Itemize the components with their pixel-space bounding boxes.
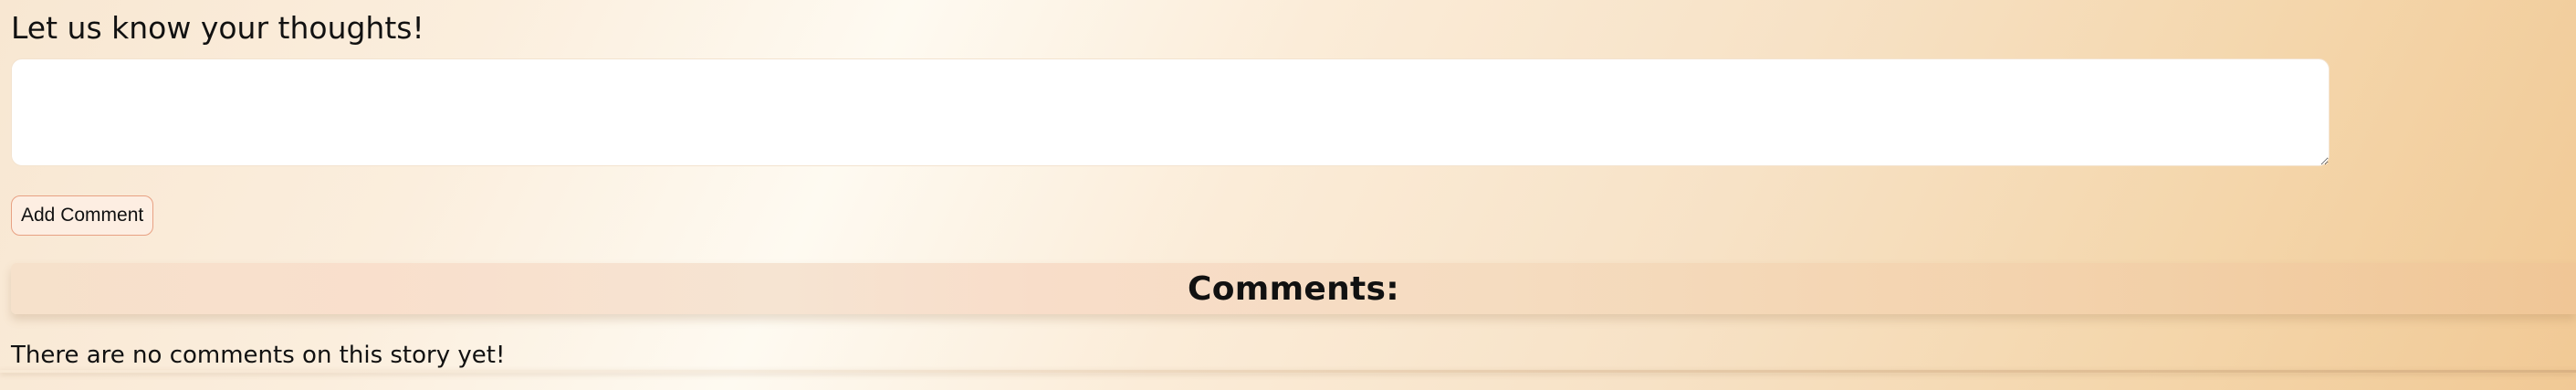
comment-prompt: Let us know your thoughts! [11,10,424,46]
no-comments-message: There are no comments on this story yet! [11,342,506,369]
comments-heading: Comments: [11,263,2576,314]
bottom-divider [0,370,2576,373]
comments-heading-label: Comments: [1188,269,1399,308]
comment-textarea[interactable] [11,58,2330,166]
add-comment-button[interactable]: Add Comment [11,195,154,236]
